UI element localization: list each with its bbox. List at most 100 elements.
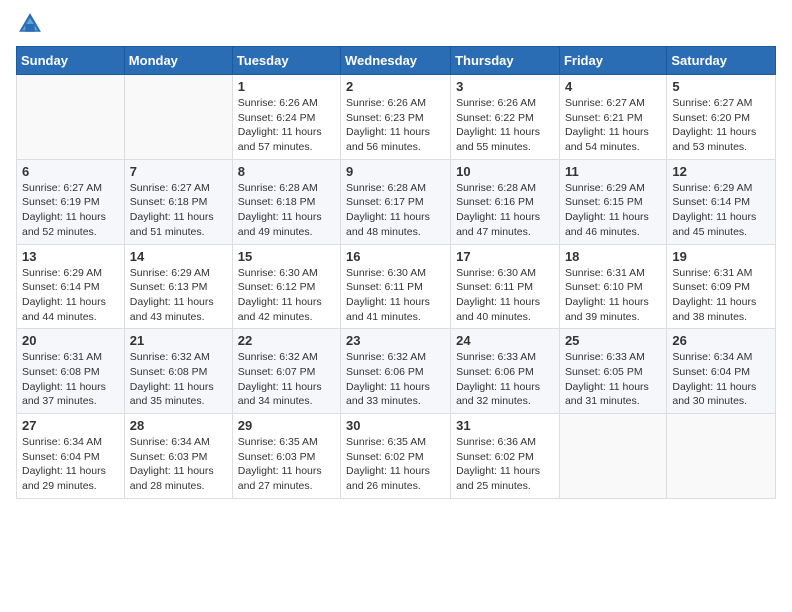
calendar-cell: 20Sunrise: 6:31 AMSunset: 6:08 PMDayligh…	[17, 329, 125, 414]
calendar-week-row: 13 Sunrise: 6:29 AMSunset: 6:14 PMDayligh…	[17, 244, 776, 329]
day-header-sunday: Sunday	[17, 47, 125, 75]
day-number: 28	[130, 418, 227, 433]
day-info: Sunrise: 6:33 AMSunset: 6:06 PMDaylight:…	[456, 350, 554, 409]
page: SundayMondayTuesdayWednesdayThursdayFrid…	[0, 0, 792, 612]
calendar-cell: 12 Sunrise: 6:29 AMSunset: 6:14 PMDayligh…	[667, 159, 776, 244]
calendar-cell: 21 Sunrise: 6:32 AMSunset: 6:08 PMDayligh…	[124, 329, 232, 414]
day-info: Sunrise: 6:27 AMSunset: 6:20 PMDaylight:…	[672, 96, 770, 155]
calendar-cell: 2 Sunrise: 6:26 AMSunset: 6:23 PMDaylight…	[341, 75, 451, 160]
day-info: Sunrise: 6:34 AMSunset: 6:03 PMDaylight:…	[130, 435, 227, 494]
day-number: 24	[456, 333, 554, 348]
day-header-tuesday: Tuesday	[232, 47, 340, 75]
day-info: Sunrise: 6:32 AMSunset: 6:06 PMDaylight:…	[346, 350, 445, 409]
day-number: 20	[22, 333, 119, 348]
calendar-cell: 28 Sunrise: 6:34 AMSunset: 6:03 PMDayligh…	[124, 414, 232, 499]
calendar-cell: 14Sunrise: 6:29 AMSunset: 6:13 PMDayligh…	[124, 244, 232, 329]
day-number: 7	[130, 164, 227, 179]
day-info: Sunrise: 6:27 AMSunset: 6:18 PMDaylight:…	[130, 181, 227, 240]
day-number: 21	[130, 333, 227, 348]
day-info: Sunrise: 6:33 AMSunset: 6:05 PMDaylight:…	[565, 350, 661, 409]
day-number: 10	[456, 164, 554, 179]
calendar-cell: 4 Sunrise: 6:27 AMSunset: 6:21 PMDaylight…	[559, 75, 666, 160]
calendar-table: SundayMondayTuesdayWednesdayThursdayFrid…	[16, 46, 776, 499]
calendar-cell: 24 Sunrise: 6:33 AMSunset: 6:06 PMDayligh…	[451, 329, 560, 414]
day-number: 8	[238, 164, 335, 179]
day-number: 26	[672, 333, 770, 348]
day-info: Sunrise: 6:30 AMSunset: 6:12 PMDaylight:…	[238, 266, 335, 325]
day-info: Sunrise: 6:35 AMSunset: 6:02 PMDaylight:…	[346, 435, 445, 494]
day-info: Sunrise: 6:31 AMSunset: 6:10 PMDaylight:…	[565, 266, 661, 325]
day-number: 27	[22, 418, 119, 433]
day-info: Sunrise: 6:35 AMSunset: 6:03 PMDaylight:…	[238, 435, 335, 494]
day-number: 13	[22, 249, 119, 264]
day-number: 18	[565, 249, 661, 264]
day-header-wednesday: Wednesday	[341, 47, 451, 75]
calendar-cell: 13 Sunrise: 6:29 AMSunset: 6:14 PMDayligh…	[17, 244, 125, 329]
day-info: Sunrise: 6:27 AMSunset: 6:21 PMDaylight:…	[565, 96, 661, 155]
day-info: Sunrise: 6:32 AMSunset: 6:08 PMDaylight:…	[130, 350, 227, 409]
day-number: 11	[565, 164, 661, 179]
calendar-cell: 19 Sunrise: 6:31 AMSunset: 6:09 PMDayligh…	[667, 244, 776, 329]
day-number: 12	[672, 164, 770, 179]
day-info: Sunrise: 6:30 AMSunset: 6:11 PMDaylight:…	[346, 266, 445, 325]
day-number: 4	[565, 79, 661, 94]
calendar-cell: 3 Sunrise: 6:26 AMSunset: 6:22 PMDaylight…	[451, 75, 560, 160]
day-number: 22	[238, 333, 335, 348]
logo	[16, 10, 48, 38]
day-header-thursday: Thursday	[451, 47, 560, 75]
calendar-week-row: 20Sunrise: 6:31 AMSunset: 6:08 PMDayligh…	[17, 329, 776, 414]
calendar-cell: 6Sunrise: 6:27 AMSunset: 6:19 PMDaylight…	[17, 159, 125, 244]
day-number: 15	[238, 249, 335, 264]
day-info: Sunrise: 6:36 AMSunset: 6:02 PMDaylight:…	[456, 435, 554, 494]
day-number: 17	[456, 249, 554, 264]
day-number: 3	[456, 79, 554, 94]
day-header-friday: Friday	[559, 47, 666, 75]
day-number: 29	[238, 418, 335, 433]
day-number: 5	[672, 79, 770, 94]
day-info: Sunrise: 6:32 AMSunset: 6:07 PMDaylight:…	[238, 350, 335, 409]
day-info: Sunrise: 6:29 AMSunset: 6:14 PMDaylight:…	[672, 181, 770, 240]
day-info: Sunrise: 6:29 AMSunset: 6:15 PMDaylight:…	[565, 181, 661, 240]
logo-icon	[16, 10, 44, 38]
calendar-cell: 27Sunrise: 6:34 AMSunset: 6:04 PMDayligh…	[17, 414, 125, 499]
calendar-cell: 7 Sunrise: 6:27 AMSunset: 6:18 PMDaylight…	[124, 159, 232, 244]
day-info: Sunrise: 6:26 AMSunset: 6:24 PMDaylight:…	[238, 96, 335, 155]
day-header-monday: Monday	[124, 47, 232, 75]
calendar-cell: 18 Sunrise: 6:31 AMSunset: 6:10 PMDayligh…	[559, 244, 666, 329]
calendar-cell: 10Sunrise: 6:28 AMSunset: 6:16 PMDayligh…	[451, 159, 560, 244]
calendar-header-row: SundayMondayTuesdayWednesdayThursdayFrid…	[17, 47, 776, 75]
day-info: Sunrise: 6:26 AMSunset: 6:23 PMDaylight:…	[346, 96, 445, 155]
calendar-cell: 26 Sunrise: 6:34 AMSunset: 6:04 PMDayligh…	[667, 329, 776, 414]
day-number: 9	[346, 164, 445, 179]
calendar-week-row: 1 Sunrise: 6:26 AMSunset: 6:24 PMDaylight…	[17, 75, 776, 160]
day-number: 23	[346, 333, 445, 348]
calendar-cell	[17, 75, 125, 160]
day-info: Sunrise: 6:28 AMSunset: 6:18 PMDaylight:…	[238, 181, 335, 240]
calendar-cell	[124, 75, 232, 160]
day-info: Sunrise: 6:30 AMSunset: 6:11 PMDaylight:…	[456, 266, 554, 325]
day-info: Sunrise: 6:29 AMSunset: 6:14 PMDaylight:…	[22, 266, 119, 325]
day-info: Sunrise: 6:27 AMSunset: 6:19 PMDaylight:…	[22, 181, 119, 240]
calendar-cell: 31 Sunrise: 6:36 AMSunset: 6:02 PMDayligh…	[451, 414, 560, 499]
calendar-cell: 8 Sunrise: 6:28 AMSunset: 6:18 PMDaylight…	[232, 159, 340, 244]
day-info: Sunrise: 6:28 AMSunset: 6:17 PMDaylight:…	[346, 181, 445, 240]
day-number: 14	[130, 249, 227, 264]
day-number: 25	[565, 333, 661, 348]
calendar-cell: 23 Sunrise: 6:32 AMSunset: 6:06 PMDayligh…	[341, 329, 451, 414]
calendar-cell: 11 Sunrise: 6:29 AMSunset: 6:15 PMDayligh…	[559, 159, 666, 244]
calendar-cell: 15 Sunrise: 6:30 AMSunset: 6:12 PMDayligh…	[232, 244, 340, 329]
day-number: 1	[238, 79, 335, 94]
day-number: 31	[456, 418, 554, 433]
day-header-saturday: Saturday	[667, 47, 776, 75]
day-info: Sunrise: 6:31 AMSunset: 6:09 PMDaylight:…	[672, 266, 770, 325]
day-info: Sunrise: 6:34 AMSunset: 6:04 PMDaylight:…	[672, 350, 770, 409]
day-info: Sunrise: 6:26 AMSunset: 6:22 PMDaylight:…	[456, 96, 554, 155]
calendar-cell: 29 Sunrise: 6:35 AMSunset: 6:03 PMDayligh…	[232, 414, 340, 499]
day-number: 19	[672, 249, 770, 264]
calendar-cell: 9 Sunrise: 6:28 AMSunset: 6:17 PMDaylight…	[341, 159, 451, 244]
header	[16, 10, 776, 38]
calendar-cell: 30Sunrise: 6:35 AMSunset: 6:02 PMDayligh…	[341, 414, 451, 499]
calendar-week-row: 27Sunrise: 6:34 AMSunset: 6:04 PMDayligh…	[17, 414, 776, 499]
day-number: 2	[346, 79, 445, 94]
calendar-cell: 5 Sunrise: 6:27 AMSunset: 6:20 PMDaylight…	[667, 75, 776, 160]
